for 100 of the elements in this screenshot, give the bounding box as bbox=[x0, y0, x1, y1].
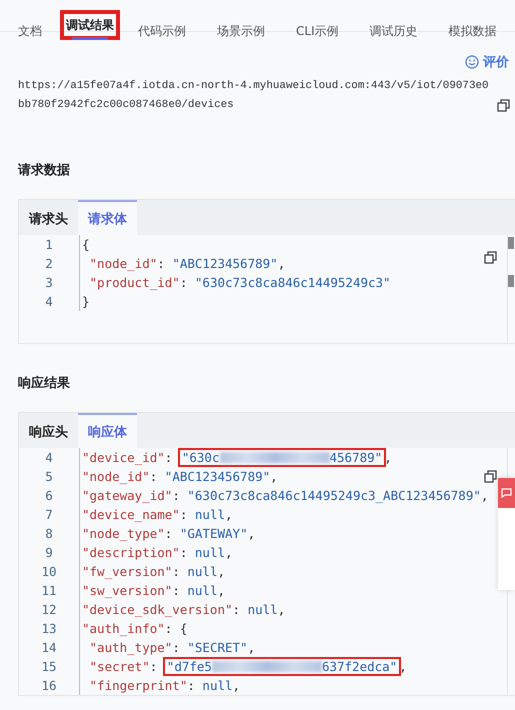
code-tab[interactable]: 响应体 bbox=[78, 413, 137, 448]
section-heading: 响应结果 bbox=[17, 374, 71, 392]
code-token: null bbox=[194, 507, 226, 522]
section-heading: 请求数据 bbox=[16, 162, 71, 179]
line-number: 13 bbox=[40, 621, 58, 636]
line-number: 10 bbox=[40, 564, 58, 579]
code-token: , bbox=[248, 526, 256, 541]
chat-icon bbox=[501, 488, 512, 498]
code-token: : bbox=[187, 678, 196, 693]
code-token: "auth_type" bbox=[88, 640, 172, 655]
code-token: , bbox=[217, 564, 226, 579]
code-token: null bbox=[187, 564, 218, 579]
rate-link[interactable]: 评价 bbox=[465, 53, 509, 71]
code-token: , bbox=[225, 545, 233, 560]
code-token: "sw_version" bbox=[82, 583, 172, 598]
line-number: 11 bbox=[40, 583, 58, 598]
code-tab[interactable]: 请求体 bbox=[78, 200, 137, 235]
tab[interactable]: CLI示例 bbox=[285, 12, 350, 42]
code-token: , bbox=[248, 640, 256, 655]
code-token: : bbox=[232, 602, 242, 617]
code-token: "ABC123456789" bbox=[164, 469, 270, 484]
line-number: 4 bbox=[44, 294, 54, 309]
code-token: "auth_info" bbox=[82, 621, 165, 636]
code-token: "GATEWAY" bbox=[180, 526, 248, 541]
code-token: : bbox=[180, 545, 188, 560]
code-token: : bbox=[164, 526, 174, 541]
code-token: , bbox=[225, 507, 233, 522]
code-token: "device_sdk_version" bbox=[82, 602, 233, 617]
line-number: 9 bbox=[44, 545, 54, 560]
code-token: null bbox=[194, 545, 226, 560]
code-token: null bbox=[248, 602, 278, 617]
code-token: , bbox=[384, 450, 392, 465]
copy-icon[interactable] bbox=[497, 99, 510, 112]
code-token: : { bbox=[164, 621, 188, 636]
copy-icon[interactable] bbox=[484, 251, 497, 264]
line-number: 6 bbox=[44, 488, 54, 503]
scrollbar[interactable] bbox=[508, 237, 514, 249]
code-token: "description" bbox=[82, 545, 180, 560]
code-token: "SECRET" bbox=[187, 640, 248, 655]
tab[interactable]: 文档 bbox=[16, 12, 53, 42]
code-token: : bbox=[172, 640, 181, 655]
code-token: , bbox=[270, 469, 278, 484]
code-token: "device_id" bbox=[82, 450, 165, 465]
code-token: , bbox=[217, 583, 226, 598]
code-token: "630c73c8ca846c14495249c3" bbox=[194, 275, 391, 290]
tab[interactable]: 调试历史 bbox=[358, 12, 429, 42]
code-token: "product_id" bbox=[88, 275, 180, 290]
tab[interactable]: 场景示例 bbox=[206, 12, 276, 42]
code-token: , bbox=[399, 659, 407, 674]
code-token: : bbox=[180, 275, 188, 290]
line-number: 14 bbox=[40, 640, 58, 655]
line-number: 4 bbox=[44, 450, 54, 465]
code-token: : bbox=[172, 564, 181, 579]
code-token: : bbox=[172, 488, 181, 503]
tab[interactable]: 代码示例 bbox=[127, 12, 197, 42]
code-token: "gateway_id" bbox=[82, 488, 172, 503]
smiley-icon bbox=[465, 55, 479, 69]
code-token: null bbox=[202, 678, 233, 693]
code-token: : bbox=[180, 507, 188, 522]
code-token: , bbox=[232, 678, 240, 693]
code-token: } bbox=[82, 294, 90, 309]
scrollbar[interactable] bbox=[508, 275, 514, 287]
code-tab[interactable]: 响应头 bbox=[19, 413, 78, 448]
tab[interactable]: 模拟数据 bbox=[438, 12, 508, 42]
code-token: 637f2edca" bbox=[322, 659, 398, 674]
line-number: 8 bbox=[44, 526, 54, 541]
code-token: , bbox=[278, 256, 286, 271]
code-tab[interactable]: 请求头 bbox=[19, 200, 78, 235]
code-token: : bbox=[157, 256, 166, 271]
code-token: "device_name" bbox=[82, 507, 180, 522]
code-token: : bbox=[164, 450, 174, 465]
code-token: "630c bbox=[182, 450, 220, 465]
tab[interactable]: 调试结果 bbox=[62, 12, 118, 38]
feedback-panel[interactable] bbox=[498, 478, 515, 590]
code-token: , bbox=[278, 602, 286, 617]
request-url: https://a15fe07a4f.iotda.cn-north-4.myhuaweicloud.com:443/v5/iot/09073e0bb780f2942fc2c00c087468e0/devices bbox=[18, 79, 490, 113]
code-token: "secret" bbox=[88, 659, 150, 674]
line-number: 12 bbox=[40, 602, 58, 617]
code-token: "fw_version" bbox=[82, 564, 172, 579]
code-token: "d7fe5 bbox=[166, 659, 212, 674]
copy-icon[interactable] bbox=[484, 470, 497, 483]
code-token: : bbox=[172, 583, 181, 598]
code-token: : bbox=[150, 469, 158, 484]
line-number: 16 bbox=[40, 678, 58, 693]
code-token: "fingerprint" bbox=[88, 678, 188, 693]
line-number: 15 bbox=[40, 659, 58, 674]
line-number: 3 bbox=[44, 275, 54, 290]
code-token: 456789" bbox=[330, 450, 382, 465]
code-token: { bbox=[82, 237, 90, 252]
line-number: 2 bbox=[44, 256, 54, 271]
line-number: 5 bbox=[44, 469, 54, 484]
chat-button[interactable] bbox=[498, 478, 515, 508]
code-token: : bbox=[150, 659, 158, 674]
code-token: "node_id" bbox=[88, 256, 158, 271]
code-token: "ABC123456789" bbox=[172, 256, 278, 271]
line-number: 7 bbox=[44, 507, 54, 522]
line-number: 1 bbox=[44, 237, 54, 252]
code-token: , bbox=[480, 488, 488, 503]
code-token: "630c73c8ca846c14495249c3_ABC123456789" bbox=[187, 488, 481, 503]
code-token: "node_id" bbox=[82, 469, 150, 484]
